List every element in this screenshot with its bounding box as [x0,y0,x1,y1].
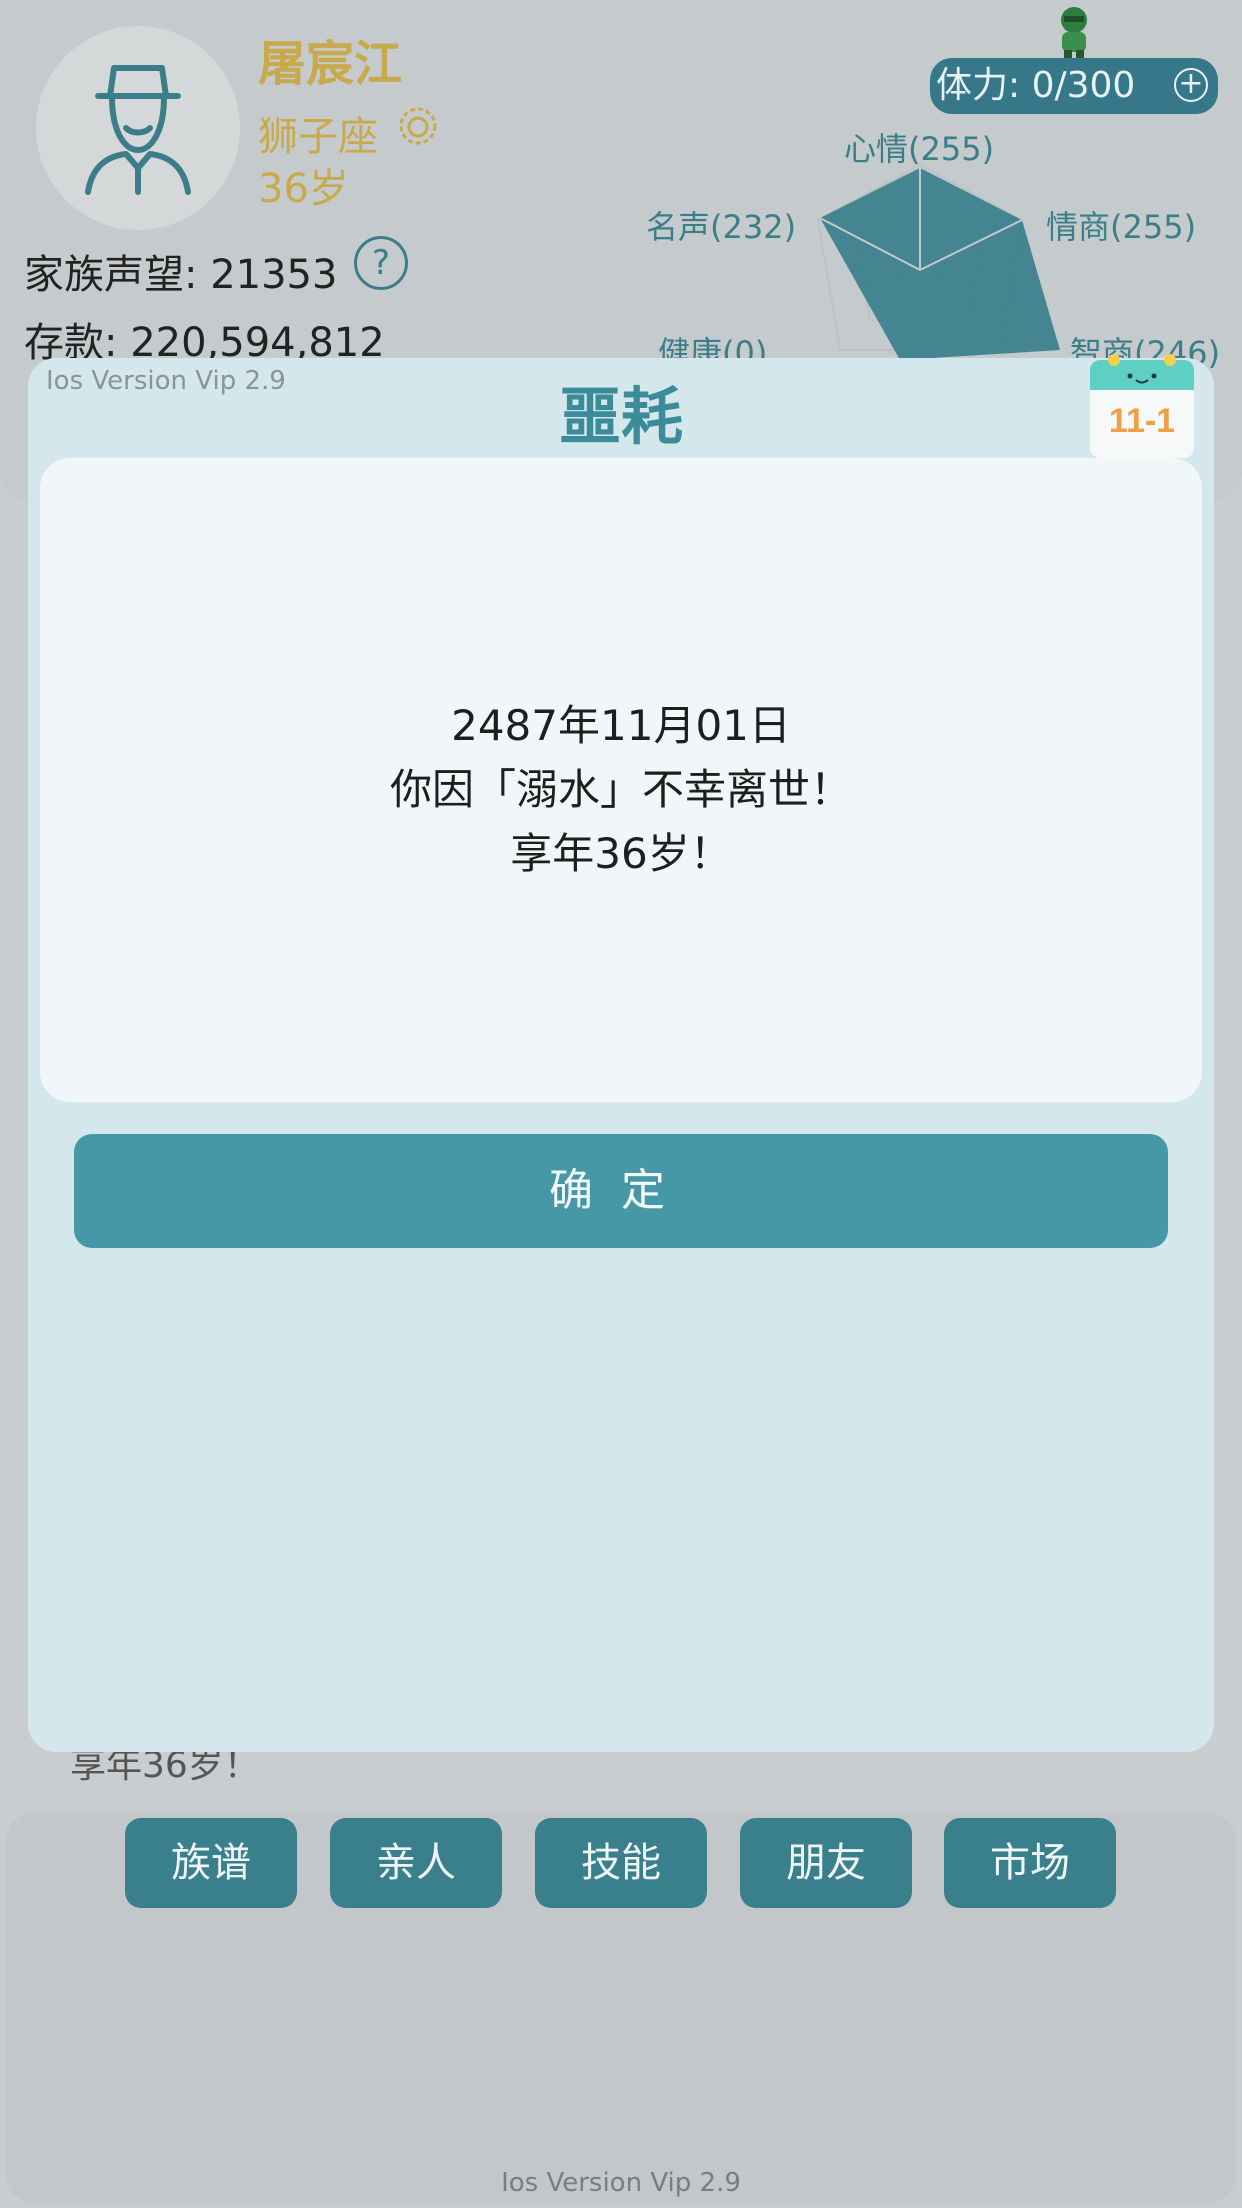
death-date: 2487年11月01日 [451,701,791,750]
lion-icon [399,107,437,145]
age-label: 36岁 [258,166,349,212]
calendar-icon[interactable]: 11-1 [1086,350,1202,464]
tab-skills[interactable]: 技能 [535,1818,707,1908]
footer-version: Ios Version Vip 2.9 [501,2168,741,2198]
radar-label-fame: 名声(232) [646,208,797,246]
tab-friends[interactable]: 朋友 [740,1818,912,1908]
add-stamina-icon[interactable]: + [1174,68,1208,102]
player-name: 屠宸江 [258,36,403,92]
dialog-title: 噩耗 [558,380,683,453]
tab-relatives[interactable]: 亲人 [330,1818,502,1908]
person-hat-icon [85,65,191,195]
radar-label-eq: 情商(255) [1046,208,1197,246]
family-fame: 家族声望: 21353 [24,252,338,298]
stamina-bar: 体力: 0/300 + [930,58,1218,114]
character-icon[interactable] [1052,4,1096,60]
help-icon[interactable]: ? [354,236,408,290]
tab-family-tree[interactable]: 族谱 [125,1818,297,1908]
stamina-label: 体力: 0/300 [936,65,1136,106]
death-cause: 你因「溺水」不幸离世！ [389,765,852,814]
avatar[interactable] [36,26,240,230]
confirm-button[interactable]: 确定 [74,1134,1168,1248]
zodiac-label: 狮子座 [258,114,378,160]
tab-market[interactable]: 市场 [944,1818,1116,1908]
calendar-date: 11-1 [1109,402,1175,440]
death-age: 享年36岁！ [510,829,732,878]
radar-label-mood: 心情(255) [844,130,995,168]
